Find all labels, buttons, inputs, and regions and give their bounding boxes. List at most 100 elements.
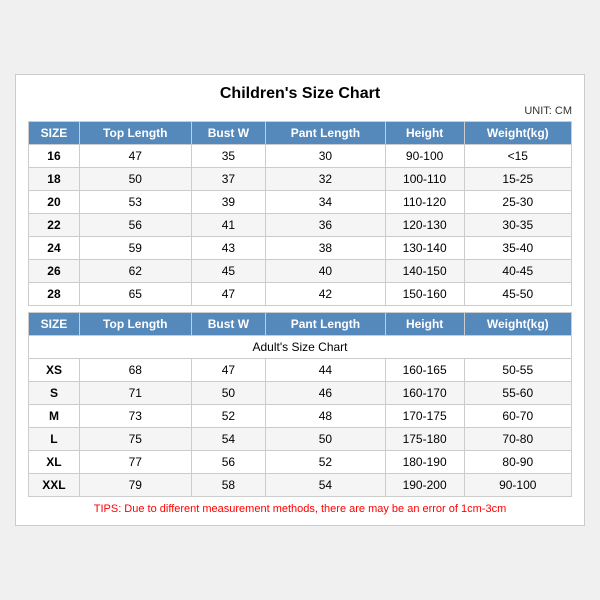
adults-cell: 55-60 <box>464 382 571 405</box>
adults-cell: 80-90 <box>464 451 571 474</box>
adults-cell: 52 <box>191 405 266 428</box>
children-cell: 30-35 <box>464 214 571 237</box>
children-data-row: 28654742150-16045-50 <box>29 283 572 306</box>
children-data-row: 1647353090-100<15 <box>29 145 572 168</box>
children-data-row: 18503732100-11015-25 <box>29 168 572 191</box>
adults-cell: 68 <box>79 359 191 382</box>
adults-cell: 70-80 <box>464 428 571 451</box>
adults-cell: 54 <box>191 428 266 451</box>
children-cell: 40-45 <box>464 260 571 283</box>
adults-title: Adult's Size Chart <box>29 336 572 359</box>
adults-cell: 48 <box>266 405 386 428</box>
adults-data-row: S715046160-17055-60 <box>29 382 572 405</box>
children-col-weight: Weight(kg) <box>464 122 571 145</box>
adults-cell: XL <box>29 451 80 474</box>
children-cell: 26 <box>29 260 80 283</box>
adults-cell: 50-55 <box>464 359 571 382</box>
children-cell: 39 <box>191 191 266 214</box>
adults-data-row: XL775652180-19080-90 <box>29 451 572 474</box>
children-cell: 24 <box>29 237 80 260</box>
adults-cell: 71 <box>79 382 191 405</box>
adults-col-pantlength: Pant Length <box>266 313 386 336</box>
main-title: Children's Size Chart <box>28 85 572 103</box>
children-cell: 120-130 <box>385 214 464 237</box>
children-col-height: Height <box>385 122 464 145</box>
children-cell: 42 <box>266 283 386 306</box>
children-cell: 59 <box>79 237 191 260</box>
adults-cell: XXL <box>29 474 80 497</box>
adults-cell: L <box>29 428 80 451</box>
adults-cell: 73 <box>79 405 191 428</box>
children-cell: 36 <box>266 214 386 237</box>
adults-cell: 75 <box>79 428 191 451</box>
children-cell: 34 <box>266 191 386 214</box>
adults-cell: 52 <box>266 451 386 474</box>
children-data-row: 22564136120-13030-35 <box>29 214 572 237</box>
children-data-row: 20533934110-12025-30 <box>29 191 572 214</box>
children-cell: 45-50 <box>464 283 571 306</box>
children-cell: 150-160 <box>385 283 464 306</box>
children-cell: 35-40 <box>464 237 571 260</box>
children-cell: 100-110 <box>385 168 464 191</box>
adults-cell: XS <box>29 359 80 382</box>
adults-cell: 160-170 <box>385 382 464 405</box>
adults-cell: 90-100 <box>464 474 571 497</box>
children-col-pantlength: Pant Length <box>266 122 386 145</box>
children-col-bustw: Bust W <box>191 122 266 145</box>
children-cell: 18 <box>29 168 80 191</box>
adults-title-row: Adult's Size Chart <box>29 336 572 359</box>
adults-cell: 58 <box>191 474 266 497</box>
adults-cell: 180-190 <box>385 451 464 474</box>
children-data-row: 26624540140-15040-45 <box>29 260 572 283</box>
children-cell: 15-25 <box>464 168 571 191</box>
adults-table: Adult's Size Chart SIZE Top Length Bust … <box>28 312 572 497</box>
children-cell: 43 <box>191 237 266 260</box>
adults-data-row: XS684744160-16550-55 <box>29 359 572 382</box>
adults-data-row: M735248170-17560-70 <box>29 405 572 428</box>
children-cell: 130-140 <box>385 237 464 260</box>
children-cell: 90-100 <box>385 145 464 168</box>
children-cell: 25-30 <box>464 191 571 214</box>
children-cell: 53 <box>79 191 191 214</box>
tips-text: TIPS: Due to different measurement metho… <box>28 503 572 515</box>
children-cell: 50 <box>79 168 191 191</box>
children-cell: 65 <box>79 283 191 306</box>
children-cell: 41 <box>191 214 266 237</box>
children-col-size: SIZE <box>29 122 80 145</box>
adults-col-toplength: Top Length <box>79 313 191 336</box>
children-cell: 62 <box>79 260 191 283</box>
adults-cell: 60-70 <box>464 405 571 428</box>
children-cell: 28 <box>29 283 80 306</box>
children-cell: 38 <box>266 237 386 260</box>
adults-cell: 190-200 <box>385 474 464 497</box>
adults-cell: 54 <box>266 474 386 497</box>
adults-cell: 47 <box>191 359 266 382</box>
adults-cell: S <box>29 382 80 405</box>
children-cell: 16 <box>29 145 80 168</box>
adults-cell: 79 <box>79 474 191 497</box>
adults-cell: 50 <box>266 428 386 451</box>
adults-data-row: L755450175-18070-80 <box>29 428 572 451</box>
adults-cell: M <box>29 405 80 428</box>
children-cell: 110-120 <box>385 191 464 214</box>
adults-cell: 46 <box>266 382 386 405</box>
children-cell: 37 <box>191 168 266 191</box>
children-cell: 35 <box>191 145 266 168</box>
children-cell: 47 <box>79 145 191 168</box>
children-body: 1647353090-100<1518503732100-11015-25205… <box>29 145 572 306</box>
chart-container: Children's Size Chart UNIT: CM SIZE Top … <box>15 74 585 526</box>
children-cell: 47 <box>191 283 266 306</box>
children-cell: 20 <box>29 191 80 214</box>
children-cell: 32 <box>266 168 386 191</box>
adults-cell: 175-180 <box>385 428 464 451</box>
children-cell: <15 <box>464 145 571 168</box>
adults-body: XS684744160-16550-55S715046160-17055-60M… <box>29 359 572 497</box>
children-cell: 30 <box>266 145 386 168</box>
adults-cell: 170-175 <box>385 405 464 428</box>
adults-cell: 160-165 <box>385 359 464 382</box>
adults-cell: 44 <box>266 359 386 382</box>
adults-header-row: SIZE Top Length Bust W Pant Length Heigh… <box>29 313 572 336</box>
adults-col-weight: Weight(kg) <box>464 313 571 336</box>
adults-col-bustw: Bust W <box>191 313 266 336</box>
children-data-row: 24594338130-14035-40 <box>29 237 572 260</box>
